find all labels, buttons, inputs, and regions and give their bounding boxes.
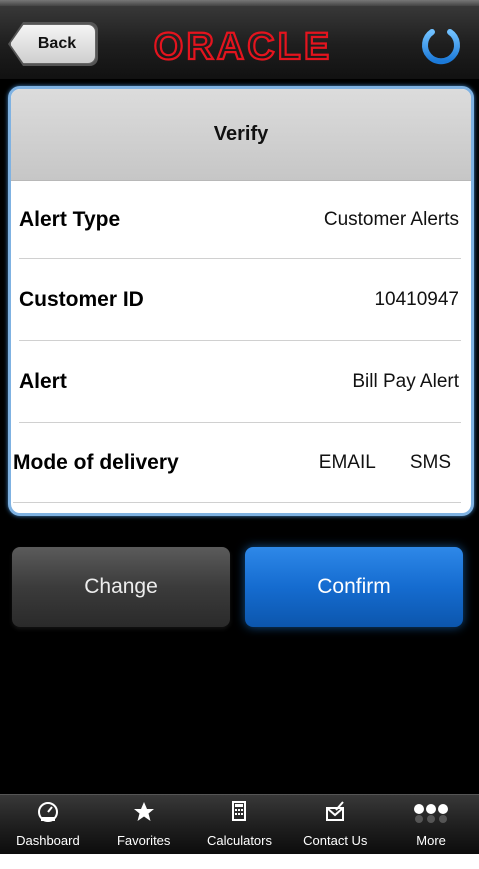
verify-card: Verify Alert Type Customer Alerts Custom… xyxy=(8,86,474,516)
back-button[interactable]: Back xyxy=(10,24,96,64)
tab-dashboard[interactable]: Dashboard xyxy=(0,795,96,854)
customer-id-row: Customer ID 10410947 xyxy=(19,259,461,341)
dashboard-gauge-icon xyxy=(35,799,61,825)
oracle-logo: ORACLE xyxy=(138,26,348,66)
alert-label: Alert xyxy=(19,369,67,393)
oracle-logo-graphic: ORACLE xyxy=(153,26,332,66)
tab-favorites-label: Favorites xyxy=(116,833,171,848)
tab-contact-us-label: Contact Us xyxy=(303,833,368,848)
tab-dashboard-label: Dashboard xyxy=(16,833,80,848)
alert-row: Alert Bill Pay Alert xyxy=(19,341,461,423)
top-navigation-bar: Back ORACLE xyxy=(0,0,479,80)
alert-type-value: Customer Alerts xyxy=(323,208,459,230)
calculator-icon xyxy=(226,799,252,825)
tab-more[interactable]: More xyxy=(383,795,479,854)
bottom-tab-bar: Dashboard Favorites Calculators Contact … xyxy=(0,794,479,854)
more-dots-icon xyxy=(411,799,451,825)
bottom-strip xyxy=(0,854,479,869)
confirm-button[interactable]: Confirm xyxy=(245,547,463,627)
tab-contact-us[interactable]: Contact Us xyxy=(287,795,383,854)
delivery-mode-label: Mode of delivery xyxy=(13,450,179,474)
change-button[interactable]: Change xyxy=(12,547,230,627)
alert-type-row: Alert Type Customer Alerts xyxy=(19,181,461,259)
app-screen: Back ORACLE Verify Alert Type Customer A… xyxy=(0,0,479,869)
tab-calculators[interactable]: Calculators xyxy=(192,795,288,854)
tab-calculators-label: Calculators xyxy=(206,833,272,848)
alert-value: Bill Pay Alert xyxy=(352,370,459,392)
customer-id-label: Customer ID xyxy=(19,287,144,311)
alert-type-label: Alert Type xyxy=(19,207,121,231)
delivery-option-sms: SMS xyxy=(409,451,451,473)
delivery-option-email: EMAIL xyxy=(318,451,376,473)
power-icon[interactable] xyxy=(416,20,466,70)
customer-id-value: 10410947 xyxy=(374,288,459,310)
delivery-mode-values: EMAIL SMS xyxy=(319,452,461,474)
delivery-mode-row: Mode of delivery EMAIL SMS xyxy=(13,423,461,503)
envelope-icon xyxy=(322,799,348,825)
star-icon xyxy=(131,799,157,825)
tab-more-label: More xyxy=(416,833,446,848)
tab-favorites[interactable]: Favorites xyxy=(96,795,192,854)
card-title: Verify xyxy=(11,89,471,181)
oracle-logo-text: ORACLE xyxy=(154,26,332,66)
